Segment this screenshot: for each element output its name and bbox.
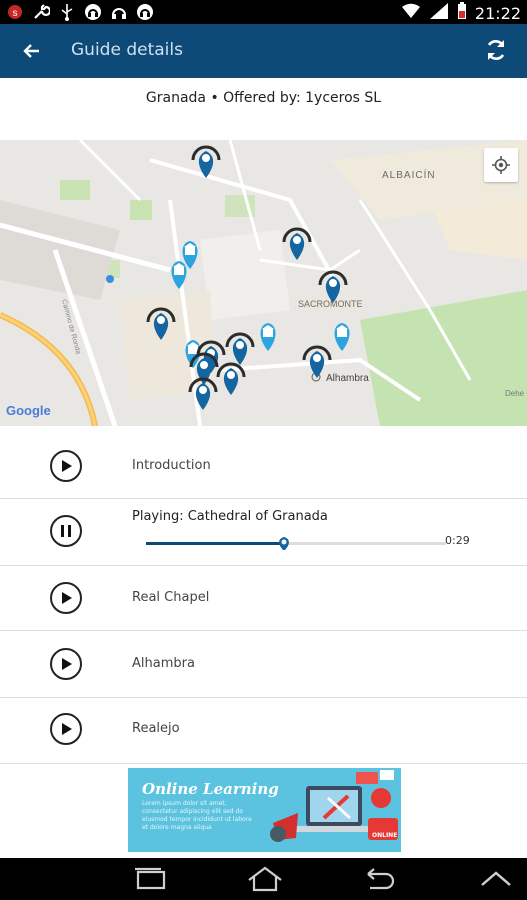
track-title: Introduction [132, 458, 211, 473]
progress-slider[interactable] [146, 537, 446, 550]
track-title: Realejo [132, 721, 180, 736]
up-chevron-icon[interactable] [476, 866, 516, 892]
wrench-icon [32, 3, 50, 21]
pause-button[interactable] [50, 515, 82, 547]
slider-thumb-icon[interactable] [277, 536, 291, 550]
usb-icon [58, 3, 76, 21]
map-pin-audio[interactable] [225, 332, 255, 367]
play-icon [62, 592, 72, 604]
my-location-icon [492, 156, 510, 174]
track-row[interactable]: Introduction [0, 432, 527, 499]
ad-illustration [270, 770, 398, 842]
map-pin-museum[interactable] [334, 323, 350, 351]
map-pin-audio[interactable] [216, 362, 246, 397]
map-pin-museum[interactable] [171, 261, 187, 289]
back-arrow-icon[interactable] [18, 37, 46, 65]
page-title: Guide details [71, 40, 183, 60]
map-pin-audio[interactable] [302, 345, 332, 380]
back-icon[interactable] [360, 866, 400, 892]
signal-icon [429, 2, 449, 24]
track-title: Alhambra [132, 656, 195, 671]
recent-apps-icon[interactable] [130, 866, 170, 892]
track-row[interactable]: Alhambra [0, 631, 527, 698]
map-pin-audio[interactable] [191, 145, 221, 180]
track-row[interactable]: Realejo [0, 698, 527, 764]
ad-banner[interactable]: Online Learning Lorem ipsum dolor sit am… [128, 768, 401, 852]
map-pin-audio[interactable] [146, 307, 176, 342]
progress-fill [146, 542, 284, 545]
status-time: 21:22 [474, 3, 521, 23]
ad-badge: ONLINE [372, 832, 398, 839]
system-nav-bar [0, 858, 527, 900]
play-button[interactable] [50, 450, 82, 482]
status-bar-notifications: s [6, 3, 154, 21]
now-playing-label: Playing: Cathedral of Granada [132, 509, 328, 524]
locate-button[interactable] [484, 148, 518, 182]
play-icon [62, 723, 72, 735]
battery-icon [457, 2, 467, 24]
play-icon [62, 460, 72, 472]
playing-prefix: Playing: [132, 509, 184, 524]
track-title: Cathedral of Granada [187, 509, 328, 524]
svg-text:s: s [13, 8, 18, 19]
map-view[interactable]: ALBAICÍN SACROMONTE Alhambra Camino de R… [0, 140, 527, 426]
app-notification-icon: s [6, 3, 24, 21]
track-title: Real Chapel [132, 590, 210, 605]
track-row-playing[interactable]: Playing: Cathedral of Granada 0:29 [0, 499, 527, 566]
headphones-icon [110, 3, 128, 21]
track-row[interactable]: Real Chapel [0, 566, 527, 631]
guide-subtitle: Granada • Offered by: 1yceros SL [145, 90, 382, 106]
play-icon [62, 658, 72, 670]
play-button[interactable] [50, 713, 82, 745]
map-pin-museum[interactable] [260, 323, 276, 351]
map-pin-audio[interactable] [188, 377, 218, 412]
map-pin-audio[interactable] [318, 270, 348, 305]
headset-icon [136, 3, 154, 21]
elapsed-time: 0:29 [445, 534, 470, 547]
play-button[interactable] [50, 582, 82, 614]
status-bar: s 21:22 [0, 0, 527, 24]
map-pin-audio[interactable] [282, 227, 312, 262]
headset-icon [84, 3, 102, 21]
pause-icon [61, 525, 71, 537]
refresh-icon[interactable] [483, 37, 509, 63]
wifi-icon [401, 2, 421, 24]
play-button[interactable] [50, 648, 82, 680]
status-bar-system: 21:22 [401, 2, 521, 24]
home-icon[interactable] [245, 866, 285, 892]
app-bar: Guide details [0, 24, 527, 78]
